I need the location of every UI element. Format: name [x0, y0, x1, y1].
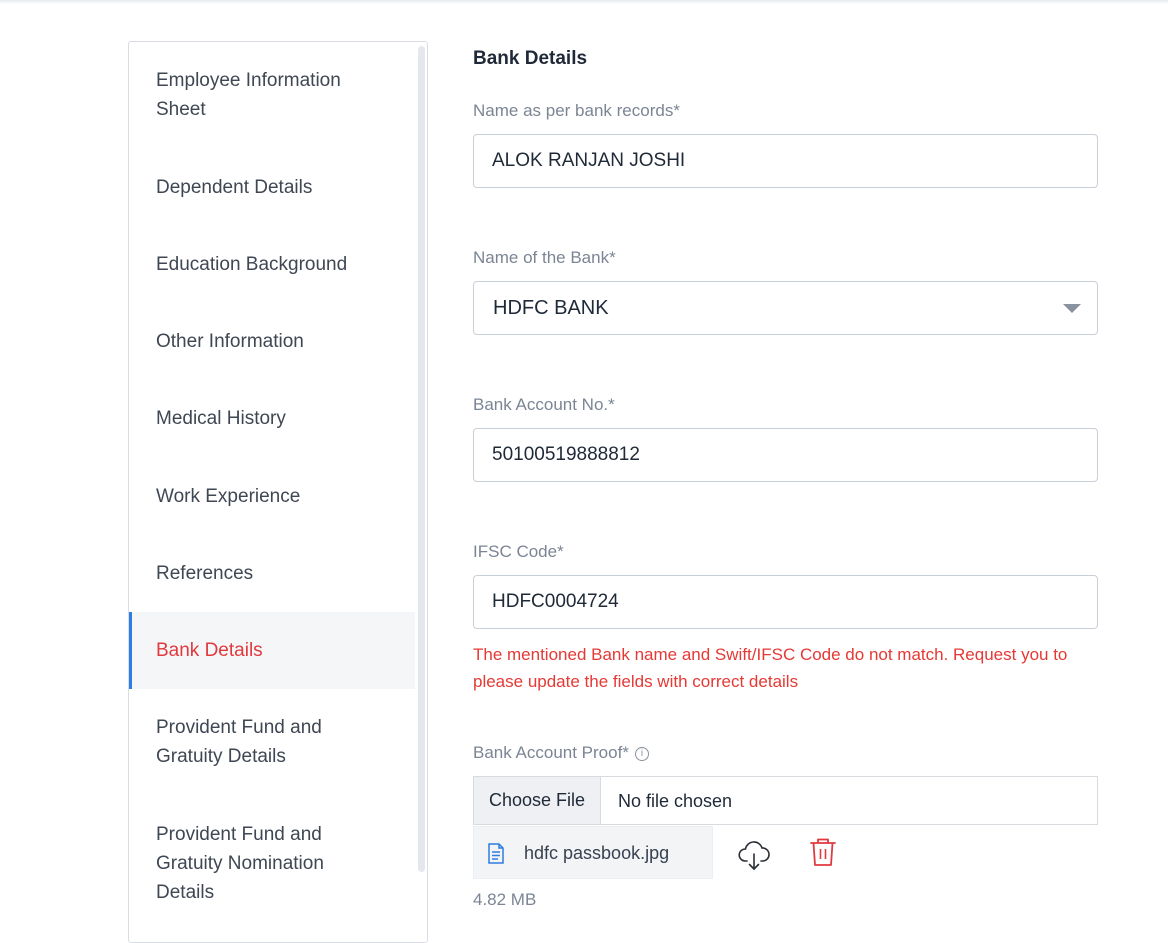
sidebar-item-dependent-details[interactable]: Dependent Details	[129, 173, 415, 202]
bank-name-select[interactable]: HDFC BANK	[473, 281, 1098, 335]
sidebar-item-references[interactable]: References	[129, 559, 415, 588]
bank-account-proof-label-text: Bank Account Proof*	[473, 743, 629, 762]
bank-name-selected-value: HDFC BANK	[493, 297, 609, 319]
sidebar-item-education-background[interactable]: Education Background	[129, 250, 415, 279]
ifsc-code-input[interactable]	[473, 575, 1098, 629]
trash-icon[interactable]	[809, 837, 837, 872]
sidebar-item-medical-history[interactable]: Medical History	[129, 404, 415, 433]
chevron-down-icon	[1063, 304, 1081, 313]
choose-file-button[interactable]: Choose File	[474, 777, 601, 824]
name-label: Name as per bank records*	[473, 101, 680, 120]
account-number-label: Bank Account No.*	[473, 395, 615, 414]
cloud-download-icon[interactable]	[737, 839, 771, 878]
bank-ifsc-error-message: The mentioned Bank name and Swift/IFSC C…	[473, 645, 1068, 691]
form-sections-sidebar: Employee Information Sheet Dependent Det…	[128, 41, 428, 943]
name-as-per-bank-input[interactable]	[473, 134, 1098, 188]
ifsc-code-label: IFSC Code*	[473, 542, 564, 561]
account-number-input[interactable]	[473, 428, 1098, 482]
sidebar-item-work-experience[interactable]: Work Experience	[129, 482, 415, 511]
section-title: Bank Details	[473, 48, 588, 69]
uploaded-file-name[interactable]: hdfc passbook.jpg	[524, 827, 669, 880]
document-icon	[487, 843, 505, 870]
bank-name-label: Name of the Bank*	[473, 248, 616, 267]
sidebar-item-provident-fund-gratuity-details[interactable]: Provident Fund and Gratuity Details	[129, 713, 415, 771]
uploaded-file-size: 4.82 MB	[473, 890, 537, 909]
sidebar-item-employee-information-sheet[interactable]: Employee Information Sheet	[129, 66, 415, 124]
no-file-chosen-text: No file chosen	[618, 791, 733, 811]
sidebar-item-other-information[interactable]: Other Information	[129, 327, 415, 356]
info-icon[interactable]: i	[634, 747, 649, 761]
bank-account-proof-label: Bank Account Proof* i	[473, 743, 649, 763]
uploaded-file-chip: hdfc passbook.jpg	[473, 826, 713, 879]
header-shadow	[0, 0, 1168, 4]
sidebar-scrollbar-thumb[interactable]	[418, 46, 425, 872]
file-upload-input[interactable]: Choose File No file chosen	[473, 776, 1098, 825]
sidebar-item-provident-fund-gratuity-nomination[interactable]: Provident Fund and Gratuity Nomination D…	[129, 820, 415, 907]
sidebar-item-bank-details[interactable]: Bank Details	[129, 612, 415, 689]
sidebar-scrollbar-track[interactable]	[415, 42, 427, 942]
